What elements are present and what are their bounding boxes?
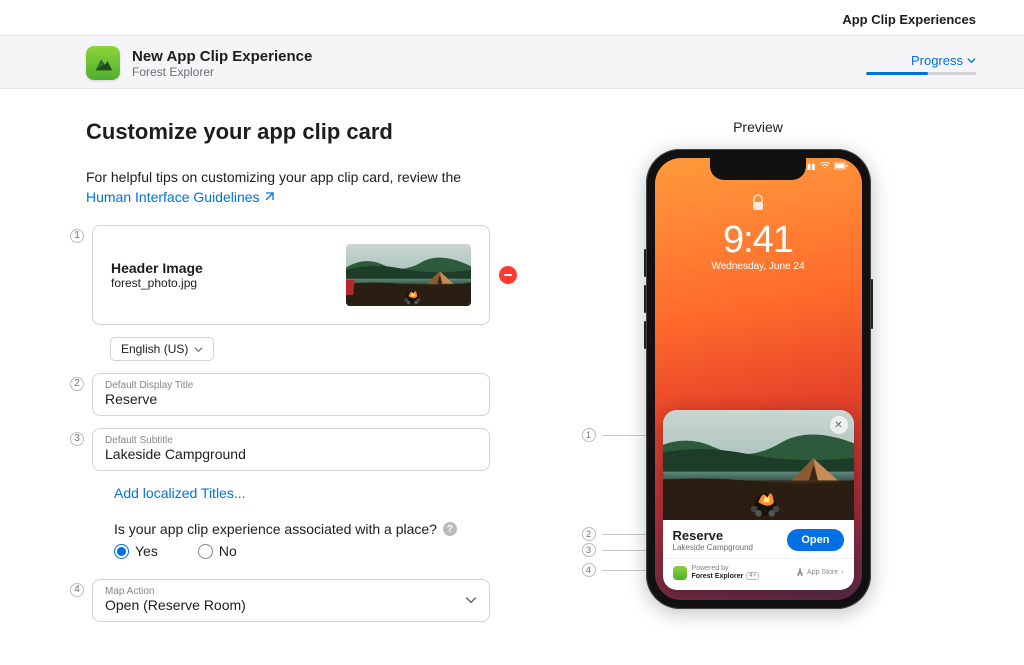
step-marker-4: 4	[70, 583, 84, 597]
breadcrumb[interactable]: App Clip Experiences	[842, 12, 976, 27]
close-icon[interactable]: ✕	[830, 416, 848, 434]
remove-image-button[interactable]	[499, 266, 517, 284]
subtitle-field[interactable]: Default Subtitle Lakeside Campground	[92, 428, 490, 471]
clip-subtitle: Lakeside Campground	[673, 543, 754, 552]
map-action-value: Open (Reserve Room)	[105, 597, 246, 613]
language-select[interactable]: English (US)	[110, 337, 214, 361]
progress-bar	[866, 72, 976, 75]
appstore-link[interactable]: App Store ›	[796, 568, 843, 578]
chevron-right-icon: ›	[841, 569, 843, 576]
step-marker-1: 1	[70, 229, 84, 243]
preview-callouts: 1 2 3 4	[582, 149, 652, 609]
device-frame: ▮▮▮▮ 9:41 Wednesday, June 24 ✕	[646, 149, 871, 609]
radio-no[interactable]: No	[198, 543, 237, 559]
progress-link[interactable]: Progress	[911, 53, 976, 68]
clip-header-image: ✕	[663, 410, 854, 520]
display-title-value: Reserve	[105, 391, 477, 407]
radio-dot-icon	[198, 544, 213, 559]
hig-link-label: Human Interface Guidelines	[86, 189, 260, 205]
header-image-thumbnail	[346, 244, 471, 306]
hig-link[interactable]: Human Interface Guidelines	[86, 189, 274, 205]
intro-text: For helpful tips on customizing your app…	[86, 169, 490, 185]
device-notch	[710, 158, 806, 180]
subtitle-label: Default Subtitle	[105, 435, 477, 446]
preview-label: Preview	[733, 119, 783, 135]
open-button[interactable]: Open	[787, 529, 843, 551]
lock-icon	[751, 199, 765, 215]
chevron-down-icon	[194, 345, 203, 354]
header-image-label: Header Image	[111, 260, 203, 276]
step-marker-2: 2	[70, 377, 84, 391]
step-marker-3: 3	[70, 432, 84, 446]
place-question: Is your app clip experience associated w…	[114, 521, 437, 537]
page-header: New App Clip Experience Forest Explorer …	[0, 35, 1024, 89]
page-title: New App Clip Experience	[132, 48, 312, 65]
external-link-icon	[264, 189, 274, 205]
wifi-icon	[820, 162, 830, 172]
radio-no-label: No	[219, 543, 237, 559]
app-icon	[86, 46, 120, 80]
section-title: Customize your app clip card	[86, 119, 490, 145]
app-subtitle: Forest Explorer	[132, 65, 312, 79]
subtitle-value: Lakeside Campground	[105, 446, 477, 462]
radio-yes[interactable]: Yes	[114, 543, 158, 559]
map-action-select[interactable]: Map Action Open (Reserve Room)	[92, 579, 490, 622]
radio-yes-label: Yes	[135, 543, 158, 559]
radio-dot-icon	[114, 544, 129, 559]
lock-time: 9:41	[655, 221, 862, 259]
powered-by-label: Powered by	[692, 565, 760, 572]
header-image-card[interactable]: Header Image forest_photo.jpg	[92, 225, 490, 325]
chevron-down-icon	[967, 56, 976, 65]
map-action-label: Map Action	[105, 586, 246, 597]
display-title-field[interactable]: Default Display Title Reserve	[92, 373, 490, 416]
mini-app-icon	[673, 566, 687, 580]
language-label: English (US)	[121, 342, 188, 356]
chevron-down-icon	[465, 594, 477, 606]
appstore-label: App Store	[807, 569, 838, 576]
appstore-icon	[796, 568, 804, 578]
progress-label: Progress	[911, 53, 963, 68]
clip-title: Reserve	[673, 528, 754, 543]
app-clip-card: ✕ Reserve Lakeside Campground Open	[663, 410, 854, 590]
add-localized-titles-link[interactable]: Add localized Titles...	[114, 483, 246, 503]
display-title-label: Default Display Title	[105, 380, 477, 391]
age-badge: 4+	[746, 572, 759, 580]
battery-icon	[834, 162, 848, 172]
lock-date: Wednesday, June 24	[655, 261, 862, 272]
header-image-filename: forest_photo.jpg	[111, 276, 203, 290]
help-icon[interactable]: ?	[443, 522, 457, 536]
clip-app-name: Forest Explorer	[692, 573, 744, 580]
